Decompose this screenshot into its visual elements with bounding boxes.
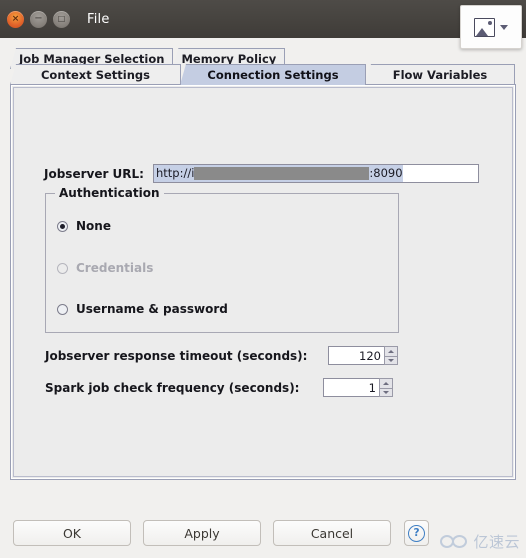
jobserver-url-prefix: http://i (155, 166, 195, 180)
ok-button[interactable]: OK (13, 520, 131, 546)
dialog-button-bar: OK Apply Cancel ? 亿速云 (0, 482, 526, 558)
jobserver-timeout-spinner-buttons (384, 346, 398, 365)
window-title: File (87, 11, 110, 27)
tab-label: Flow Variables (392, 68, 488, 82)
window-close-button[interactable]: × (7, 10, 24, 28)
radio-option-none[interactable]: None (57, 219, 111, 233)
radio-username-password-icon[interactable] (57, 303, 68, 315)
spark-check-frequency-decrement-button[interactable] (379, 387, 393, 397)
spark-check-frequency-spinner-buttons (379, 378, 393, 397)
radio-username-password-label: Username & password (76, 302, 228, 316)
radio-option-credentials: Credentials (57, 261, 153, 275)
jobserver-url-port: :8090 (369, 166, 403, 180)
radio-option-username-password[interactable]: Username & password (57, 302, 228, 316)
jobserver-url-redaction-bar (194, 167, 370, 180)
spark-check-frequency-label: Spark job check frequency (seconds): (45, 380, 300, 395)
radio-none-icon[interactable] (57, 220, 68, 232)
image-icon[interactable] (474, 17, 495, 37)
tab-flow-variables[interactable]: Flow Variables (365, 64, 515, 85)
jobserver-url-selected-text: http://i :8090 (153, 165, 403, 182)
jobserver-timeout-label: Jobserver response timeout (seconds): (45, 348, 308, 363)
jobserver-url-row: Jobserver URL: http://i :8090 (44, 164, 479, 183)
help-button[interactable]: ? (404, 520, 429, 546)
close-icon: × (11, 13, 20, 24)
tab-row-bottom: Context Settings Connection Settings Flo… (10, 62, 515, 85)
jobserver-url-input[interactable]: http://i :8090 (152, 164, 479, 183)
spark-check-frequency-spinner[interactable]: 1 (323, 378, 393, 397)
apply-button-label: Apply (184, 525, 220, 541)
jobserver-timeout-spinner[interactable]: 120 (328, 346, 398, 365)
spark-check-frequency-increment-button[interactable] (379, 378, 393, 388)
jobserver-timeout-row: Jobserver response timeout (seconds): 12… (45, 346, 398, 365)
jobserver-url-label: Jobserver URL: (44, 166, 144, 181)
authentication-legend: Authentication (55, 186, 164, 200)
apply-button[interactable]: Apply (143, 520, 261, 546)
jobserver-timeout-value[interactable]: 120 (328, 346, 384, 365)
jobserver-timeout-decrement-button[interactable] (384, 355, 398, 365)
chevron-down-icon (383, 390, 389, 394)
tab-context-settings[interactable]: Context Settings (10, 64, 181, 85)
cloud-icon (440, 534, 468, 549)
tab-strip: Job Manager Selection Memory Policy Cont… (0, 38, 526, 85)
ok-button-label: OK (62, 525, 82, 541)
radio-none-label: None (76, 219, 111, 233)
tab-label: Context Settings (40, 68, 151, 82)
question-mark-icon: ? (408, 524, 425, 542)
maximize-icon: □ (57, 14, 66, 23)
chevron-down-icon (388, 358, 394, 362)
watermark: 亿速云 (440, 531, 520, 552)
minimize-icon: − (34, 13, 43, 24)
window-maximize-button[interactable]: □ (53, 10, 70, 28)
authentication-group: Authentication None Credentials Username… (45, 186, 399, 333)
radio-credentials-icon (57, 262, 68, 274)
tab-label: Connection Settings (207, 68, 339, 82)
spark-check-frequency-value[interactable]: 1 (323, 378, 379, 397)
chevron-up-icon (388, 349, 394, 353)
window-minimize-button[interactable]: − (30, 10, 47, 28)
connection-settings-pane: Jobserver URL: http://i :8090 Authentica… (13, 87, 513, 477)
watermark-text: 亿速云 (473, 533, 520, 551)
application-window: × − □ File Job Manager Selection Memory … (0, 0, 526, 558)
jobserver-timeout-increment-button[interactable] (384, 346, 398, 356)
tab-content-panel: Jobserver URL: http://i :8090 Authentica… (10, 84, 516, 480)
tab-connection-settings[interactable]: Connection Settings (180, 64, 366, 85)
chevron-down-icon[interactable] (500, 24, 508, 30)
chevron-up-icon (383, 381, 389, 385)
cancel-button-label: Cancel (310, 525, 354, 541)
spark-check-frequency-row: Spark job check frequency (seconds): 1 (45, 378, 393, 397)
radio-credentials-label: Credentials (76, 261, 154, 275)
window-title-bar: × − □ File (0, 0, 526, 38)
cancel-button[interactable]: Cancel (273, 520, 391, 546)
